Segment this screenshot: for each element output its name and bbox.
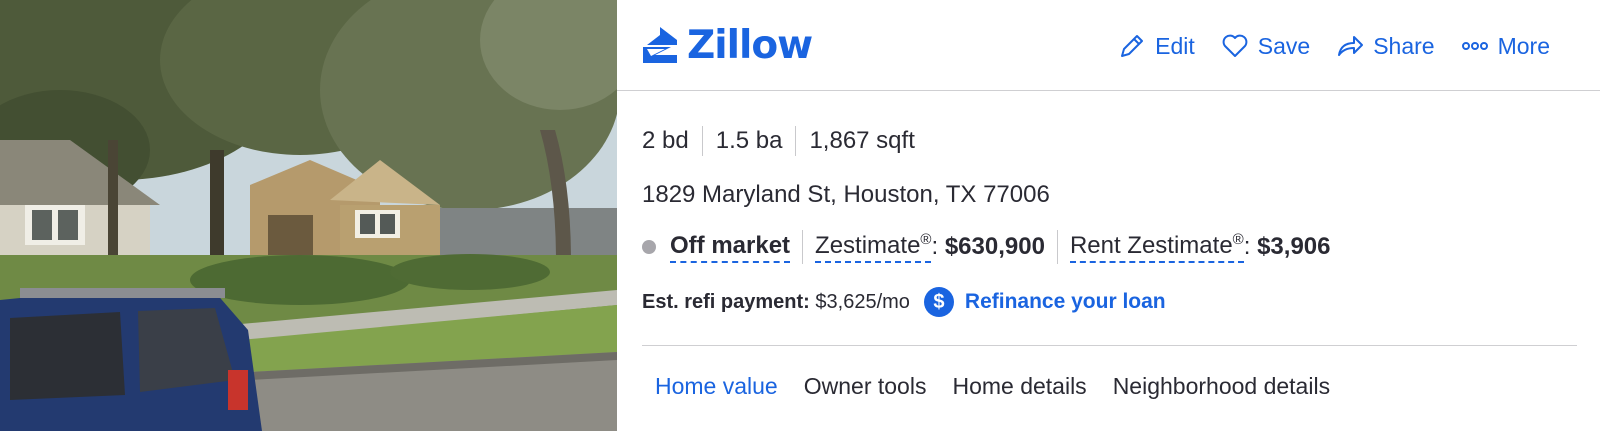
- status-divider: [1056, 230, 1058, 264]
- status-divider: [802, 230, 804, 264]
- more-button[interactable]: More: [1461, 32, 1550, 60]
- more-label: More: [1497, 32, 1550, 59]
- status-label[interactable]: Off market: [670, 232, 791, 263]
- zillow-logo[interactable]: Zillow: [641, 22, 813, 68]
- rent-zestimate-label[interactable]: Rent Zestimate®: [1069, 231, 1244, 263]
- zestimate-value: $630,900: [944, 233, 1045, 260]
- save-button[interactable]: Save: [1221, 32, 1310, 60]
- refinance-link[interactable]: Refinance your loan: [965, 290, 1166, 314]
- logo-text: Zillow: [687, 22, 813, 68]
- refi-value: $3,625/mo: [815, 290, 910, 313]
- header-actions: Edit Save Share More: [1118, 26, 1550, 66]
- sqft-value: 1,867 sqft: [795, 126, 927, 156]
- street-view-image: [0, 0, 617, 431]
- home-facts: 2 bd 1.5 ba 1,867 sqft: [642, 126, 928, 156]
- beds-value: 2 bd: [642, 127, 689, 154]
- tab-home-value[interactable]: Home value: [642, 373, 791, 400]
- tab-neighborhood-details[interactable]: Neighborhood details: [1100, 373, 1343, 400]
- edit-label: Edit: [1155, 32, 1195, 59]
- status-dot-icon: [642, 240, 656, 254]
- baths-value: 1.5 ba: [701, 126, 796, 156]
- detail-tabs: Home value Owner tools Home details Neig…: [642, 373, 1343, 400]
- property-photo[interactable]: [0, 0, 617, 431]
- tab-home-details[interactable]: Home details: [939, 373, 1099, 400]
- section-divider: [642, 345, 1577, 346]
- ellipsis-icon: [1461, 42, 1488, 50]
- save-label: Save: [1257, 32, 1311, 59]
- rent-zestimate-value: $3,906: [1257, 233, 1331, 260]
- zillow-logo-icon: [643, 27, 677, 63]
- property-summary-panel: Zillow Edit Save Share More 2 bd 1.5 ba …: [617, 0, 1600, 431]
- edit-button[interactable]: Edit: [1118, 32, 1195, 60]
- share-label: Share: [1373, 32, 1435, 59]
- dollar-icon: $: [923, 287, 954, 317]
- registered-mark: ®: [920, 231, 932, 248]
- refi-row: Est. refi payment: $3,625/mo $ Refinance…: [642, 287, 1166, 317]
- heart-icon: [1222, 34, 1248, 57]
- top-header: Zillow Edit Save Share More: [617, 0, 1600, 91]
- colon: :: [931, 233, 945, 260]
- refi-label: Est. refi payment:: [642, 290, 810, 313]
- rent-zestimate-label-text: Rent Zestimate: [1069, 232, 1233, 259]
- tab-owner-tools[interactable]: Owner tools: [791, 373, 940, 400]
- pencil-icon: [1121, 35, 1144, 57]
- share-button[interactable]: Share: [1336, 32, 1435, 60]
- zestimate-label[interactable]: Zestimate®: [815, 231, 932, 263]
- registered-mark: ®: [1232, 231, 1244, 248]
- status-row: Off market Zestimate®: $630,900 Rent Zes…: [642, 230, 1330, 264]
- colon: :: [1243, 233, 1258, 260]
- share-arrow-icon: [1338, 36, 1364, 56]
- property-address: 1829 Maryland St, Houston, TX 77006: [642, 181, 1050, 208]
- zestimate-label-text: Zestimate: [815, 232, 921, 259]
